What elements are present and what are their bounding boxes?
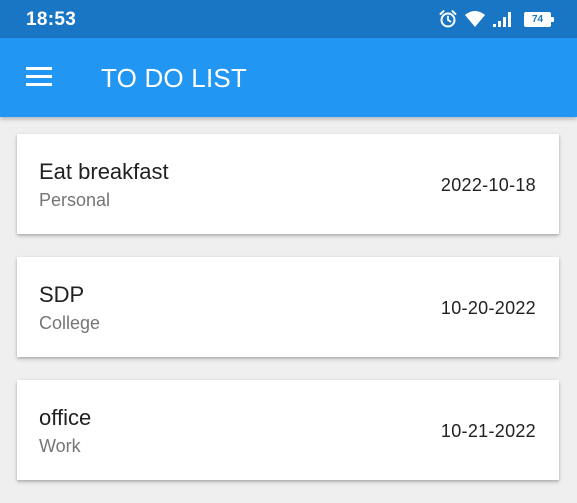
todo-date: 2022-10-18 — [440, 175, 536, 195]
status-bar: 18:53 74 — [0, 0, 577, 38]
todo-category: Personal — [39, 190, 111, 210]
todo-title: Eat breakfast — [39, 159, 169, 184]
signal-icon — [492, 10, 514, 28]
todo-item[interactable]: Eat breakfast Personal 2022-10-18 — [17, 134, 559, 234]
status-icons: 74 — [438, 8, 554, 30]
wifi-icon — [464, 10, 486, 28]
todo-item[interactable]: SDP College 10-20-2022 — [17, 257, 559, 357]
app-bar: TO DO LIST — [0, 38, 577, 117]
battery-icon: 74 — [524, 11, 554, 27]
alarm-icon — [438, 9, 458, 29]
todo-item[interactable]: office Work 10-21-2022 — [17, 380, 559, 480]
todo-title: SDP — [39, 282, 85, 307]
todo-title: office — [39, 405, 92, 430]
todo-date: 10-21-2022 — [440, 421, 536, 441]
todo-category: College — [39, 313, 101, 333]
app-title: TO DO LIST — [101, 63, 247, 93]
todo-category: Work — [39, 436, 81, 456]
todo-list: Eat breakfast Personal 2022-10-18 SDP Co… — [17, 134, 559, 503]
battery-level: 74 — [531, 13, 544, 25]
status-time: 18:53 — [26, 9, 77, 30]
hamburger-menu-icon[interactable] — [26, 67, 52, 87]
todo-date: 10-20-2022 — [440, 298, 536, 318]
